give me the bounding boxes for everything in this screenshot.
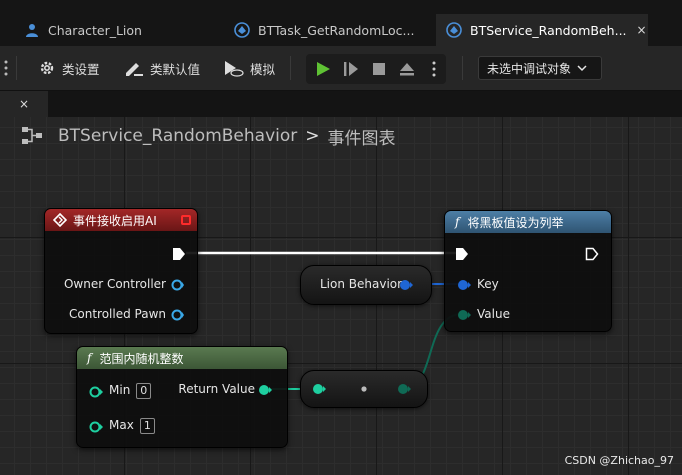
min-pin-label: Min 0 [109, 383, 152, 399]
event-node-title: 事件接收启用AI [73, 213, 157, 228]
lion-behavior-out-pin-icon[interactable] [399, 278, 413, 292]
return-value-label: Return Value [178, 382, 255, 396]
controlled-pawn-pin-icon[interactable] [170, 308, 184, 322]
function-icon: f [455, 215, 460, 229]
min-value-input[interactable]: 0 [136, 383, 152, 399]
key-pin-icon[interactable] [457, 278, 471, 292]
controlled-pawn-label: Controlled Pawn [69, 307, 166, 321]
max-label: Max [109, 418, 134, 432]
min-label: Min [109, 383, 131, 397]
key-pin-label: Key [477, 277, 499, 291]
conversion-in-pin-icon[interactable] [312, 382, 326, 396]
min-pin-icon[interactable] [89, 385, 103, 399]
set-blackboard-node-header: f 将黑板值设为列举 [445, 211, 611, 233]
random-integer-node-title: 范围内随机整数 [99, 351, 184, 366]
lion-behavior-label: Lion Behavior [320, 277, 403, 291]
value-pin-icon[interactable] [457, 308, 471, 322]
return-value-pin-icon[interactable] [258, 383, 272, 397]
exec-out-pin-icon[interactable] [585, 247, 599, 261]
watermark: CSDN @Zhichao_97 [564, 454, 674, 467]
set-blackboard-node-title: 将黑板值设为列举 [467, 215, 564, 230]
random-integer-in-range-node[interactable]: f 范围内随机整数 Min 0 Max 1 Return Value [76, 346, 288, 448]
owner-controller-label: Owner Controller [63, 277, 166, 291]
value-pin-label: Value [477, 307, 510, 321]
exec-in-pin-icon[interactable] [455, 247, 469, 261]
event-node[interactable]: 事件接收启用AI Owner Controller Controlled Paw… [44, 208, 198, 334]
exec-out-pin-icon[interactable] [172, 247, 186, 261]
lion-behavior-variable-node[interactable]: Lion Behavior [300, 265, 432, 305]
function-icon: f [87, 351, 92, 365]
conversion-node[interactable] [300, 370, 428, 408]
max-pin-icon[interactable] [89, 420, 103, 434]
conversion-out-pin-icon[interactable] [397, 382, 411, 396]
set-blackboard-enum-node[interactable]: f 将黑板值设为列举 Key Value [444, 210, 612, 332]
max-value-input[interactable]: 1 [139, 418, 155, 434]
event-node-header: 事件接收启用AI [45, 209, 197, 231]
conversion-dot-icon [361, 386, 367, 392]
event-delegate-icon[interactable] [181, 215, 191, 225]
owner-controller-pin-icon[interactable] [170, 278, 184, 292]
max-pin-label: Max 1 [109, 418, 155, 434]
event-diamond-icon [53, 213, 67, 227]
random-integer-node-header: f 范围内随机整数 [77, 347, 287, 369]
